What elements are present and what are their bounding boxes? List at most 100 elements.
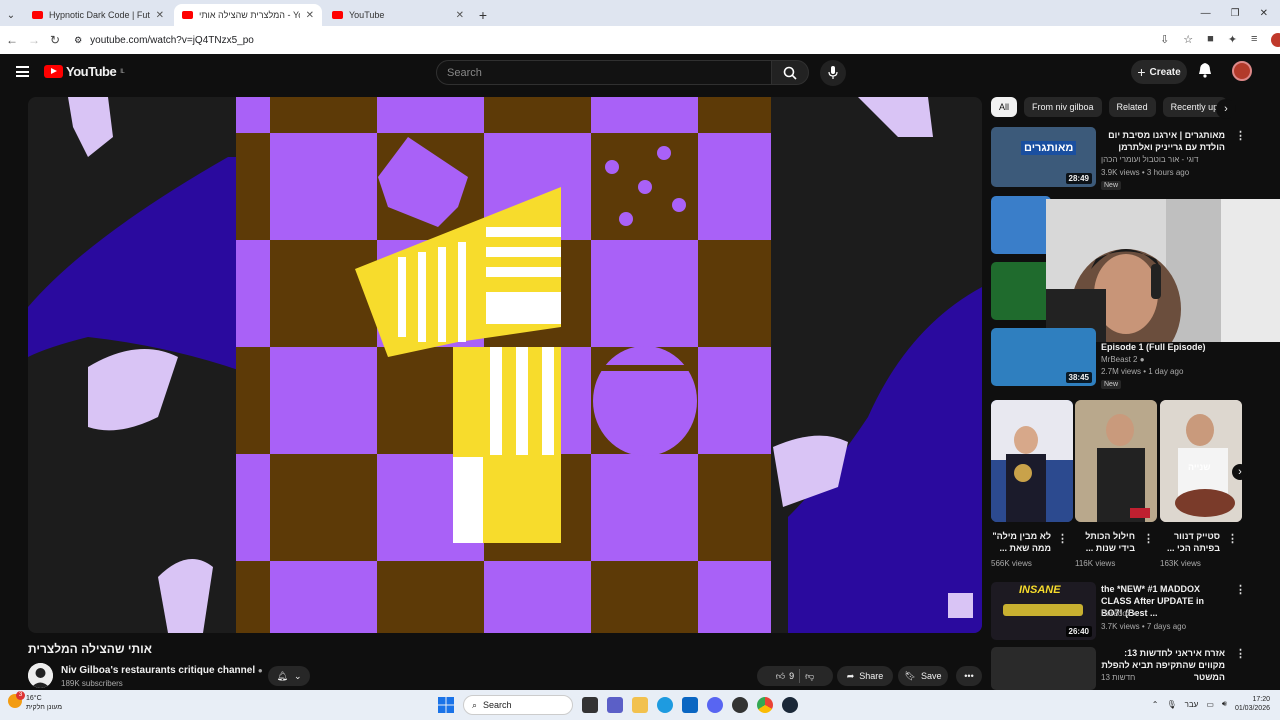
shorts-next-button[interactable]: › <box>1232 464 1248 480</box>
minimize-icon[interactable]: — <box>1201 8 1211 19</box>
voice-search-button[interactable] <box>820 60 846 86</box>
install-app-icon[interactable]: ⇩ <box>1160 33 1169 47</box>
language-indicator[interactable]: עבר <box>1185 700 1199 709</box>
youtube-logo[interactable]: YouTube IL <box>44 64 125 79</box>
browser-tab[interactable]: YouTube ✕ <box>324 4 472 26</box>
microphone-tray-icon[interactable]: 🎙︎ <box>1166 700 1176 709</box>
taskbar-search[interactable]: ⌕ Search <box>463 695 573 715</box>
chip-all[interactable]: All <box>991 97 1018 117</box>
close-tab-icon[interactable]: ✕ <box>156 10 164 21</box>
video-thumbnail[interactable]: INSANE 26:40 <box>991 582 1096 640</box>
save-button[interactable]: 🔖︎ Save <box>898 666 948 686</box>
video-menu-icon[interactable]: ⋮ <box>1235 583 1246 596</box>
short-menu-icon[interactable]: ⋮ <box>1143 532 1154 545</box>
video-menu-icon[interactable]: ⋮ <box>1235 647 1246 660</box>
extension-icon[interactable]: ■ <box>1207 33 1214 47</box>
display-icon[interactable]: ▭ <box>1206 700 1214 709</box>
forward-icon[interactable]: → <box>28 33 40 47</box>
channel-name[interactable]: Niv Gilboa's restaurants critique channe… <box>61 665 263 676</box>
task-view-icon[interactable] <box>582 697 598 713</box>
maximize-icon[interactable]: ❐ <box>1231 8 1240 19</box>
close-tab-icon[interactable]: ✕ <box>456 10 464 21</box>
store-icon[interactable] <box>682 697 698 713</box>
tab-title: YouTube <box>349 10 385 20</box>
url-field[interactable]: ⚙ youtube.com/watch?v=jQ4TNzx5_po <box>70 29 1150 51</box>
clock[interactable]: 17:20 01/03/2026 <box>1235 695 1270 713</box>
discord-icon[interactable] <box>707 697 723 713</box>
tab-title: Hypnotic Dark Code | Futuristic <box>49 10 150 20</box>
file-explorer-icon[interactable] <box>632 697 648 713</box>
browser-tab-active[interactable]: המלצרית שהצילה אותי - YouTube ✕ <box>174 4 322 26</box>
windows-start-icon[interactable] <box>438 697 454 713</box>
youtube-play-icon <box>44 65 63 78</box>
thumbs-up-icon: 👍︎ <box>775 670 786 681</box>
video-meta: 3.9K views • 3 hours ago <box>1101 168 1190 177</box>
checker-cell <box>270 561 377 633</box>
close-tab-icon[interactable]: ✕ <box>306 10 314 21</box>
video-thumbnail[interactable] <box>991 647 1096 690</box>
channel-avatar[interactable] <box>28 663 53 688</box>
short-thumbnail[interactable]: שנייה <box>1160 400 1242 522</box>
video-thumbnail[interactable]: מאותגרים 28:49 <box>991 127 1096 187</box>
puzzle-icon[interactable]: ✦ <box>1228 33 1237 47</box>
video-player[interactable] <box>28 97 982 633</box>
video-thumbnail[interactable] <box>991 196 1051 254</box>
create-button[interactable]: + Create <box>1131 60 1187 84</box>
app-icon[interactable] <box>732 697 748 713</box>
share-button[interactable]: ➦ Share <box>837 666 893 686</box>
short-title[interactable]: סטייק דנוור בפיתה הכי ... <box>1160 530 1220 554</box>
chip-related[interactable]: Related <box>1108 97 1156 117</box>
search-input[interactable]: Search <box>436 60 772 85</box>
checker-cell <box>591 561 698 633</box>
checker-cell <box>698 97 771 133</box>
share-label: Share <box>859 671 884 681</box>
chip-from-channel[interactable]: From niv gilboa <box>1024 97 1102 117</box>
weather-widget[interactable]: 3 16°C מעונן חלקית <box>8 691 62 712</box>
chrome-icon[interactable] <box>757 697 773 713</box>
short-title[interactable]: חילול הכותל בידי שנות ... <box>1075 530 1135 554</box>
media-icon[interactable]: ≡ <box>1251 33 1257 47</box>
video-channel[interactable]: חדשות 13 <box>1101 672 1135 684</box>
video-channel[interactable]: MrBeast 2 ● <box>1101 354 1145 366</box>
video-thumbnail[interactable] <box>991 262 1051 320</box>
more-actions-button[interactable]: ••• <box>956 666 982 686</box>
new-tab-button[interactable]: + <box>472 4 494 26</box>
chips-next-button[interactable]: › <box>1216 99 1236 119</box>
reload-icon[interactable]: ↻ <box>50 33 60 47</box>
short-menu-icon[interactable]: ⋮ <box>1227 532 1238 545</box>
video-title-link[interactable]: מאותגרים | אירגנו מסיבת יום הולדת עם גרי… <box>1101 129 1225 153</box>
video-channel[interactable]: Paradox ● <box>1101 608 1138 620</box>
video-menu-icon[interactable]: ⋮ <box>1235 129 1246 142</box>
video-channel[interactable]: דוגי - אור בוטבול ועומרי הכהן <box>1101 154 1198 166</box>
browser-tab[interactable]: Hypnotic Dark Code | Futuristic ✕ <box>24 4 172 26</box>
short-title[interactable]: לא מבין מילה" ממה שאת ... <box>991 530 1051 554</box>
menu-hamburger-icon[interactable] <box>16 66 29 77</box>
checker-cell <box>270 454 377 561</box>
subscribed-button[interactable]: 🔔︎ ⌄ <box>268 666 310 686</box>
video-thumbnail[interactable]: 38:45 <box>991 328 1096 386</box>
bell-icon: 🔔︎ <box>276 670 288 681</box>
teams-icon[interactable] <box>607 697 623 713</box>
back-icon[interactable]: ← <box>6 33 18 47</box>
site-info-icon[interactable]: ⚙ <box>74 35 82 46</box>
short-thumbnail[interactable] <box>991 400 1073 522</box>
tab-list-chevron-icon[interactable]: ⌄ <box>0 4 22 26</box>
short-thumbnail[interactable] <box>1075 400 1157 522</box>
bookmark-star-icon[interactable]: ☆ <box>1183 33 1193 47</box>
chevron-down-icon: ⌄ <box>293 670 302 681</box>
short-menu-icon[interactable]: ⋮ <box>1057 532 1068 545</box>
user-avatar[interactable] <box>1232 61 1252 81</box>
tray-chevron-icon[interactable]: ⌃ <box>1152 700 1159 709</box>
volume-icon[interactable]: 🔊︎ <box>1222 699 1227 709</box>
notifications-button[interactable] <box>1198 62 1212 83</box>
dislike-button[interactable]: 👎︎ <box>805 671 814 682</box>
steam-icon[interactable] <box>782 697 798 713</box>
weather-temp: 16°C <box>26 695 42 702</box>
edge-icon[interactable] <box>657 697 673 713</box>
close-window-icon[interactable]: ✕ <box>1260 8 1268 19</box>
like-button[interactable]: 👍︎ 9 <box>776 671 794 682</box>
profile-avatar[interactable] <box>1271 33 1280 47</box>
search-button[interactable] <box>771 60 809 85</box>
checker-cell <box>236 133 270 240</box>
video-title-link[interactable]: Episode 1 (Full Episode) <box>1101 341 1229 353</box>
